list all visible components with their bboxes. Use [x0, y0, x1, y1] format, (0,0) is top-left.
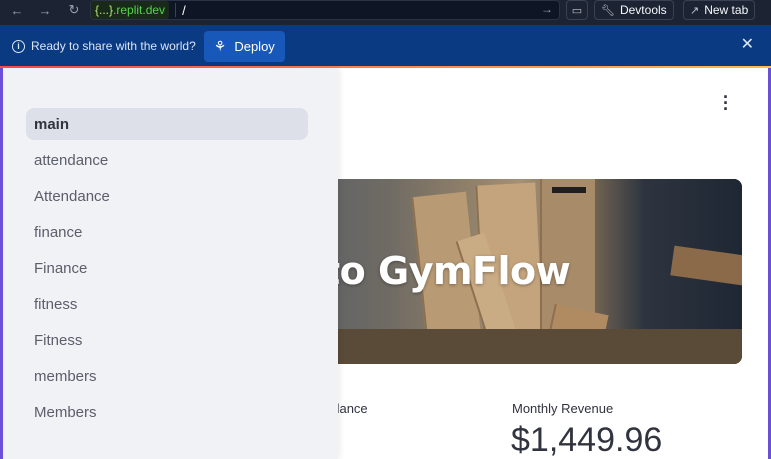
- deploy-button[interactable]: ⚘ Deploy: [203, 30, 285, 62]
- banner-message: i Ready to share with the world?: [12, 39, 196, 53]
- deploy-label: Deploy: [234, 38, 275, 54]
- sidebar-item-finance[interactable]: finance: [26, 216, 308, 248]
- external-link-icon: ↗: [690, 4, 700, 17]
- new-tab-label: New tab: [704, 3, 749, 17]
- browser-toolbar: ← → ↻ {...} .replit.dev / → ▭ 🔧︎ Devtools…: [0, 0, 771, 25]
- forward-arrow-icon[interactable]: →: [32, 0, 58, 20]
- reload-icon[interactable]: ↻: [61, 0, 87, 20]
- app-frame-border-left: [0, 68, 3, 459]
- sidebar-item-members-page[interactable]: Members: [26, 396, 308, 428]
- url-divider: [175, 3, 177, 17]
- go-arrow-icon[interactable]: →: [541, 2, 553, 16]
- back-arrow-icon[interactable]: ←: [4, 0, 30, 20]
- hero-banner: to GymFlow: [300, 179, 742, 364]
- hero-image-handle: [552, 187, 586, 193]
- new-tab-button[interactable]: ↗ New tab: [683, 0, 756, 20]
- sidebar-item-main[interactable]: main: [26, 108, 308, 140]
- sidebar-item-members[interactable]: members: [26, 360, 308, 392]
- hero-title: to GymFlow: [322, 249, 571, 293]
- banner-text: Ready to share with the world?: [31, 39, 196, 53]
- domain-text: .replit.dev: [113, 3, 166, 17]
- devtools-label: Devtools: [619, 3, 667, 17]
- deploy-icon: ⚘: [213, 37, 227, 54]
- close-icon[interactable]: ✕: [741, 36, 754, 54]
- hero-image-floor: [300, 329, 742, 364]
- screen-button[interactable]: ▭: [566, 0, 588, 20]
- sidebar-item-finance-page[interactable]: Finance: [26, 252, 308, 284]
- info-icon: i: [12, 39, 25, 53]
- sidebar-item-fitness-page[interactable]: Fitness: [26, 324, 308, 356]
- sidebar-item-fitness[interactable]: fitness: [26, 288, 308, 320]
- metric-value-revenue: $1,449.96: [511, 421, 663, 459]
- sidebar: main attendance Attendance finance Finan…: [3, 68, 338, 459]
- url-path: /: [182, 2, 186, 18]
- domain-prefix: {...}: [95, 3, 114, 17]
- sidebar-item-attendance[interactable]: attendance: [26, 144, 308, 176]
- sidebar-item-attendance-page[interactable]: Attendance: [26, 180, 308, 212]
- metric-label-revenue: Monthly Revenue: [512, 401, 614, 416]
- more-options-icon[interactable]: · · ·: [722, 88, 730, 118]
- monitor-icon: ▭: [571, 4, 583, 17]
- deploy-banner: i Ready to share with the world? ⚘ Deplo…: [0, 25, 771, 67]
- url-bar[interactable]: {...} .replit.dev / →: [90, 0, 560, 20]
- devtools-button[interactable]: 🔧︎ Devtools: [594, 0, 674, 20]
- domain-badge: {...} .replit.dev: [91, 1, 170, 19]
- wrench-icon: 🔧︎: [601, 4, 615, 17]
